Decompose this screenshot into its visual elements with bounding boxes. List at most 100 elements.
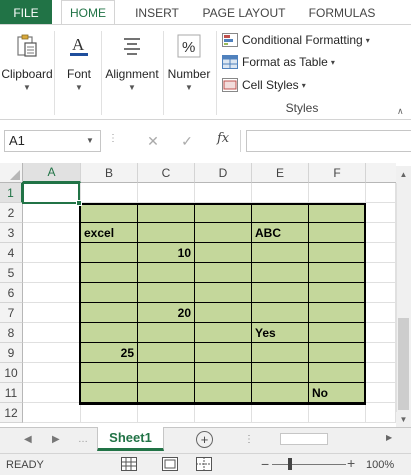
cell-f10[interactable] [309, 363, 366, 383]
cell-e1[interactable] [252, 183, 309, 203]
cell-e9[interactable] [252, 343, 309, 363]
cell-a8[interactable] [23, 323, 81, 343]
vertical-scroll-thumb[interactable] [398, 318, 409, 410]
tab-sheet1[interactable]: Sheet1 [97, 427, 164, 451]
cell-e11[interactable] [252, 383, 309, 403]
cell-f9[interactable] [309, 343, 366, 363]
cell-e8[interactable]: Yes [252, 323, 309, 343]
row-header-12[interactable]: 12 [0, 403, 23, 423]
cell-c5[interactable] [138, 263, 195, 283]
cell-b4[interactable] [81, 243, 138, 263]
cell-g9[interactable] [366, 343, 396, 363]
zoom-slider[interactable] [272, 464, 346, 465]
normal-view-icon[interactable] [121, 457, 137, 471]
cell-c1[interactable] [138, 183, 195, 203]
cell-a12[interactable] [23, 403, 81, 423]
row-header-11[interactable]: 11 [0, 383, 23, 403]
clipboard-group[interactable]: Clipboard ▼ [0, 25, 54, 119]
cell-c12[interactable] [138, 403, 195, 423]
cell-d2[interactable] [195, 203, 252, 223]
cell-a7[interactable] [23, 303, 81, 323]
row-header-3[interactable]: 3 [0, 223, 23, 243]
cell-g11[interactable] [366, 383, 396, 403]
active-cell-a1[interactable] [22, 182, 80, 204]
cell-c9[interactable] [138, 343, 195, 363]
cell-a4[interactable] [23, 243, 81, 263]
chevron-down-icon[interactable]: ▼ [86, 136, 94, 145]
cell-b5[interactable] [81, 263, 138, 283]
cell-g3[interactable] [366, 223, 396, 243]
cell-d6[interactable] [195, 283, 252, 303]
cancel-icon[interactable]: ✕ [142, 130, 164, 152]
cell-g7[interactable] [366, 303, 396, 323]
cell-b1[interactable] [81, 183, 138, 203]
zoom-slider-thumb[interactable] [288, 458, 292, 470]
cell-c3[interactable] [138, 223, 195, 243]
row-header-7[interactable]: 7 [0, 303, 23, 323]
tab-page-layout[interactable]: PAGE LAYOUT [192, 0, 296, 25]
cell-b11[interactable] [81, 383, 138, 403]
more-sheets-icon[interactable]: … [78, 434, 88, 445]
cell-e12[interactable] [252, 403, 309, 423]
drag-handle-icon[interactable]: ⋮ [108, 133, 118, 144]
cell-g1[interactable] [366, 183, 396, 203]
tab-file[interactable]: FILE [0, 0, 52, 25]
cell-b8[interactable] [81, 323, 138, 343]
cell-d11[interactable] [195, 383, 252, 403]
cell-f5[interactable] [309, 263, 366, 283]
check-icon[interactable]: ✓ [176, 130, 198, 152]
cell-f4[interactable] [309, 243, 366, 263]
column-header-e[interactable]: E [252, 163, 309, 183]
row-header-1[interactable]: 1 [0, 183, 23, 203]
cell-a2[interactable] [23, 203, 81, 223]
cell-b12[interactable] [81, 403, 138, 423]
cell-b6[interactable] [81, 283, 138, 303]
column-header-g[interactable] [366, 163, 396, 183]
cell-a9[interactable] [23, 343, 81, 363]
cell-f2[interactable] [309, 203, 366, 223]
cell-f8[interactable] [309, 323, 366, 343]
page-layout-view-icon[interactable] [162, 457, 178, 471]
zoom-level[interactable]: 100% [366, 459, 394, 471]
number-group[interactable]: % Number ▼ [164, 25, 214, 119]
cell-a6[interactable] [23, 283, 81, 303]
add-sheet-icon[interactable]: + [196, 431, 213, 448]
cell-g2[interactable] [366, 203, 396, 223]
cell-c10[interactable] [138, 363, 195, 383]
scroll-right-arrow-icon[interactable]: ▶ [386, 433, 392, 442]
tab-home[interactable]: HOME [61, 0, 115, 25]
formula-input[interactable] [246, 130, 411, 152]
cell-b2[interactable] [81, 203, 138, 223]
cell-a5[interactable] [23, 263, 81, 283]
cell-e4[interactable] [252, 243, 309, 263]
row-header-10[interactable]: 10 [0, 363, 23, 383]
row-header-8[interactable]: 8 [0, 323, 23, 343]
cell-c4[interactable]: 10 [138, 243, 195, 263]
cell-d7[interactable] [195, 303, 252, 323]
cell-d10[interactable] [195, 363, 252, 383]
cell-e2[interactable] [252, 203, 309, 223]
cell-c6[interactable] [138, 283, 195, 303]
cell-g12[interactable] [366, 403, 396, 423]
cell-e7[interactable] [252, 303, 309, 323]
previous-sheet-icon[interactable]: ◀ [24, 434, 32, 445]
column-header-a[interactable]: A [23, 163, 81, 183]
cell-c8[interactable] [138, 323, 195, 343]
cell-b10[interactable] [81, 363, 138, 383]
cell-c11[interactable] [138, 383, 195, 403]
cell-f12[interactable] [309, 403, 366, 423]
scroll-down-arrow-icon[interactable]: ▼ [396, 412, 411, 427]
cell-d1[interactable] [195, 183, 252, 203]
cell-g8[interactable] [366, 323, 396, 343]
row-header-5[interactable]: 5 [0, 263, 23, 283]
column-header-f[interactable]: F [309, 163, 366, 183]
cell-f1[interactable] [309, 183, 366, 203]
cell-c2[interactable] [138, 203, 195, 223]
cell-styles-button[interactable]: Cell Styles ▾ [222, 75, 306, 95]
cell-e5[interactable] [252, 263, 309, 283]
column-header-d[interactable]: D [195, 163, 252, 183]
cell-c7[interactable]: 20 [138, 303, 195, 323]
cell-e10[interactable] [252, 363, 309, 383]
column-header-c[interactable]: C [138, 163, 195, 183]
cell-e6[interactable] [252, 283, 309, 303]
